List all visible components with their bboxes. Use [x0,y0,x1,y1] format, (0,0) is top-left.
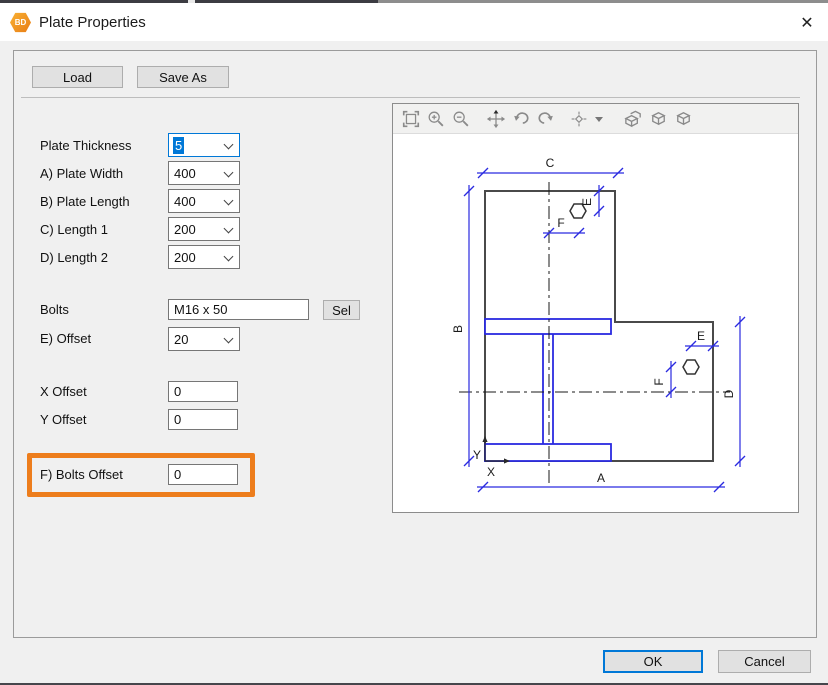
view-iso-a-icon[interactable] [646,108,671,130]
chevron-down-icon [224,252,234,262]
bolts-value: M16 x 50 [174,302,227,317]
zoom-extents-icon[interactable] [398,108,423,130]
plate-length-value: 400 [169,194,196,209]
length-1-value: 200 [169,222,196,237]
center-target-icon[interactable] [566,108,591,130]
dim-label-f-right: F [652,378,666,385]
preview-toolbar [393,104,798,134]
f-bolts-offset-field[interactable]: 0 [168,464,238,485]
chevron-down-icon [224,196,234,206]
zoom-out-icon[interactable] [448,108,473,130]
bolt-hexagon-right [683,360,699,374]
chevron-down-icon [224,224,234,234]
dim-label-a: A [597,471,605,485]
x-offset-label: X Offset [40,384,87,400]
dim-label-d: D [722,389,736,398]
separator-line [21,97,800,98]
dim-label-e-right: E [697,329,705,343]
chevron-down-icon [224,334,234,344]
length-2-label: D) Length 2 [40,250,108,266]
e-offset-label: E) Offset [40,331,91,347]
plate-thickness-label: Plate Thickness [40,138,132,154]
y-offset-label: Y Offset [40,412,87,428]
f-bolts-offset-value: 0 [174,467,181,482]
cancel-button[interactable]: Cancel [718,650,811,673]
plate-width-label: A) Plate Width [40,166,123,182]
preview-panel: C B A D E F E F Y X [392,103,799,513]
f-bolts-offset-label: F) Bolts Offset [40,467,123,483]
window-title: Plate Properties [39,14,146,31]
length-2-value: 200 [169,250,196,265]
view-iso-b-icon[interactable] [671,108,696,130]
save-as-button[interactable]: Save As [137,66,229,88]
view-menu-caret-icon[interactable] [591,108,607,130]
load-button[interactable]: Load [32,66,123,88]
length-1-combo[interactable]: 200 [168,217,240,241]
rotate-right-icon[interactable] [533,108,558,130]
plate-drawing: C B A D E F E F Y X [393,134,798,512]
bolts-field[interactable]: M16 x 50 [168,299,309,320]
plate-thickness-combo[interactable]: 5 [168,133,240,157]
app-icon: BD [10,12,31,33]
y-offset-field[interactable]: 0 [168,409,238,430]
drawing-canvas[interactable]: C B A D E F E F Y X [393,134,798,512]
close-icon: ✕ [800,13,813,33]
y-offset-value: 0 [174,412,181,427]
beam-section [485,319,611,461]
axis-label-x: X [487,465,495,479]
titlebar: BD Plate Properties ✕ [0,3,828,41]
plate-thickness-value: 5 [173,137,184,154]
dim-label-f-top: F [557,216,564,230]
plate-width-combo[interactable]: 400 [168,161,240,185]
pan-icon[interactable] [483,108,508,130]
ok-button[interactable]: OK [603,650,703,673]
length-2-combo[interactable]: 200 [168,245,240,269]
dim-label-b: B [451,325,465,333]
e-offset-value: 20 [169,332,188,347]
e-offset-combo[interactable]: 20 [168,327,240,351]
view-iso-stack-icon[interactable] [621,108,646,130]
close-button[interactable]: ✕ [794,11,820,35]
plate-length-label: B) Plate Length [40,194,130,210]
rotate-left-icon[interactable] [508,108,533,130]
app-icon-text: BD [15,18,27,27]
zoom-in-icon[interactable] [423,108,448,130]
plate-length-combo[interactable]: 400 [168,189,240,213]
dim-label-e-top: E [580,198,594,206]
chevron-down-icon [224,140,234,150]
plate-width-value: 400 [169,166,196,181]
dim-label-c: C [546,156,555,170]
length-1-label: C) Length 1 [40,222,108,238]
sel-button[interactable]: Sel [323,300,360,320]
x-offset-value: 0 [174,384,181,399]
bolts-label: Bolts [40,302,69,318]
x-offset-field[interactable]: 0 [168,381,238,402]
chevron-down-icon [224,168,234,178]
axis-label-y: Y [473,448,481,462]
plate-properties-dialog: BD Plate Properties ✕ Load Save As Plate… [0,0,828,685]
